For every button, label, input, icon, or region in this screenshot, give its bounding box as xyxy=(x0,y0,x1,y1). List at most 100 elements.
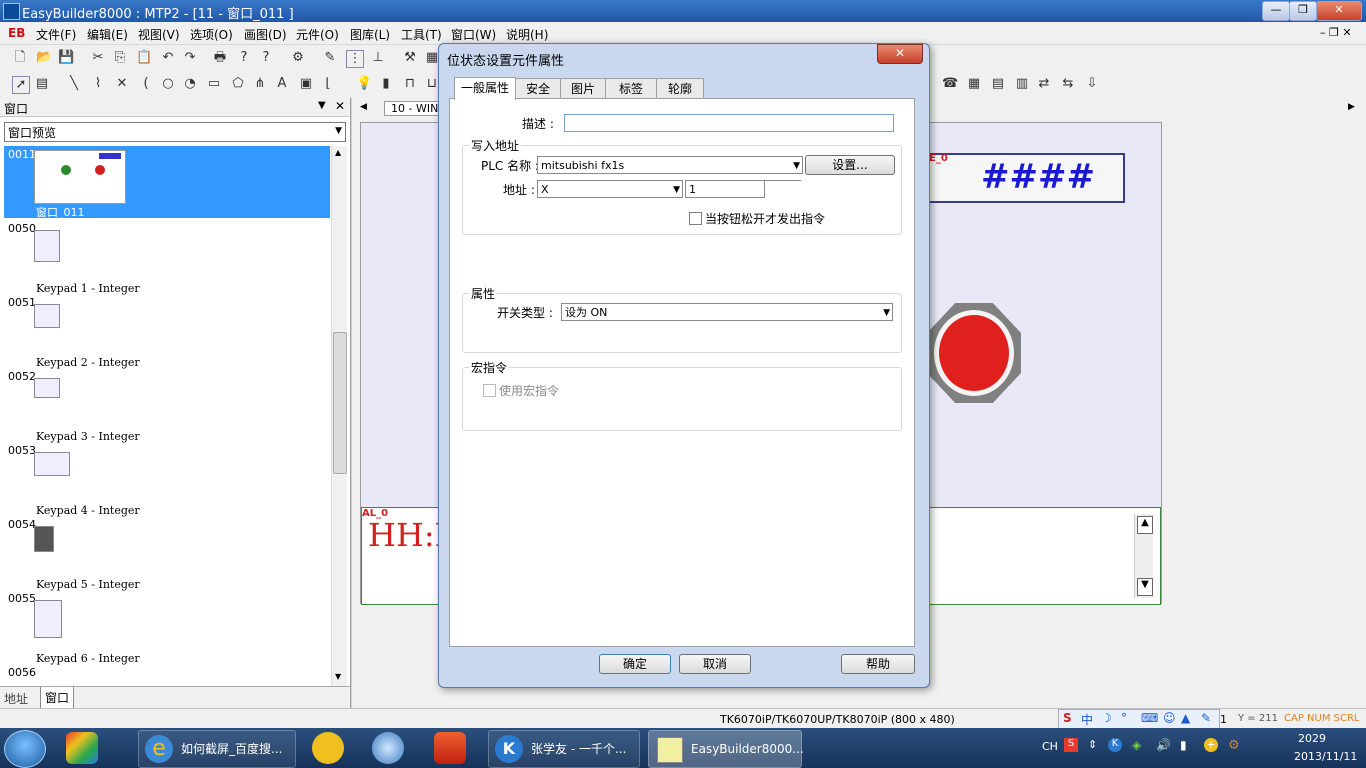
rectangle-icon[interactable]: ▭ xyxy=(206,76,222,92)
menu-help[interactable]: 说明(H) xyxy=(506,26,548,43)
new-icon[interactable]: 🗋 xyxy=(12,50,28,66)
tray-volume-icon[interactable]: 🔊 xyxy=(1156,738,1171,752)
settings-button[interactable]: 设置... xyxy=(805,155,895,175)
tab-security[interactable]: 安全 xyxy=(515,78,561,99)
list-item[interactable]: 0056 xyxy=(4,664,330,686)
list-item[interactable]: 0011 窗口_011 xyxy=(4,146,330,219)
alarm-icon[interactable]: ☎ xyxy=(942,76,958,92)
pen-icon[interactable]: ✎ xyxy=(322,50,338,66)
pie-icon[interactable]: ◔ xyxy=(182,76,198,92)
lamp-icon[interactable]: 💡 xyxy=(356,76,372,92)
address-type-select[interactable]: X ▼ xyxy=(537,180,683,198)
context-help-icon[interactable]: ? xyxy=(258,50,274,66)
menu-options[interactable]: 选项(O) xyxy=(190,26,233,43)
polyline-icon[interactable]: ⌇ xyxy=(90,76,106,92)
panel-menu-icon[interactable]: ▼ xyxy=(318,100,326,111)
alarm-scrollbar[interactable]: ▲ ▼ xyxy=(1134,514,1153,598)
switch-type-select[interactable]: 设为 ON ▼ xyxy=(561,303,893,321)
network-icon[interactable]: ⇄ xyxy=(1036,76,1052,92)
menu-window[interactable]: 窗口(W) xyxy=(451,26,496,43)
panel-scrollbar[interactable]: ▲ ▼ xyxy=(331,146,347,686)
tray-nvidia-icon[interactable]: ◈ xyxy=(1132,738,1141,752)
list-item[interactable]: 0050 Keypad 1 - Integer xyxy=(4,220,330,295)
menu-view[interactable]: 视图(V) xyxy=(138,26,180,43)
browser-icon[interactable] xyxy=(372,732,404,764)
dialog-close-button[interactable]: ✕ xyxy=(877,44,923,64)
clock-time[interactable]: 2029 xyxy=(1298,732,1326,745)
preview-select[interactable]: 窗口预览 ▼ xyxy=(4,122,346,142)
redo-icon[interactable]: ↷ xyxy=(182,50,198,66)
ime-moon-icon[interactable]: ☽ xyxy=(1101,711,1112,725)
calendar-icon[interactable]: ▥ xyxy=(1014,76,1030,92)
ime-tools-icon[interactable]: ✎ xyxy=(1201,711,1211,725)
open-icon[interactable]: 📂 xyxy=(36,50,52,66)
dimension-icon[interactable]: ⌊ xyxy=(320,76,336,92)
tools-icon[interactable]: ⚒ xyxy=(402,50,418,66)
list-item[interactable]: 0052 Keypad 3 - Integer xyxy=(4,368,330,443)
menu-draw[interactable]: 画图(D) xyxy=(244,26,287,43)
copy-icon[interactable]: ⎘ xyxy=(112,50,128,66)
tab-address[interactable]: 地址 xyxy=(4,690,28,707)
tab-general[interactable]: 一般属性 xyxy=(454,77,516,100)
menu-library[interactable]: 图库(L) xyxy=(350,26,390,43)
scale-icon[interactable]: ⋔ xyxy=(252,76,268,92)
clock-date[interactable]: 2013/11/11 xyxy=(1294,750,1357,763)
ime-punct-icon[interactable]: ° xyxy=(1121,711,1127,725)
task-ie[interactable]: e 如何截屏_百度搜... xyxy=(138,730,296,768)
picture-icon[interactable]: ▣ xyxy=(298,76,314,92)
line-icon[interactable]: ╲ xyxy=(66,76,82,92)
tray-sogou-icon[interactable]: S xyxy=(1064,738,1078,752)
tray-battery-icon[interactable]: ▮ xyxy=(1180,738,1187,752)
menu-edit[interactable]: 编辑(E) xyxy=(87,26,128,43)
list-item[interactable]: 0054 Keypad 5 - Integer xyxy=(4,516,330,591)
cut-icon[interactable]: ✂ xyxy=(90,50,106,66)
close-button[interactable]: ✕ xyxy=(1316,1,1362,21)
scroll-up-icon[interactable]: ▲ xyxy=(1137,516,1153,534)
release-trigger-checkbox[interactable] xyxy=(689,212,702,225)
task-easybuilder[interactable]: EasyBuilder8000... xyxy=(648,730,804,768)
mdi-controls[interactable]: – ❐ ✕ xyxy=(1320,26,1352,39)
save-icon[interactable]: 💾 xyxy=(58,50,74,66)
plc-name-select[interactable]: mitsubishi fx1s ▼ xyxy=(537,156,803,174)
cross-icon[interactable]: ✕ xyxy=(114,76,130,92)
menu-file[interactable]: 文件(F) xyxy=(36,26,76,43)
scroll-thumb[interactable] xyxy=(333,332,347,474)
undo-icon[interactable]: ↶ xyxy=(160,50,176,66)
panel-close-icon[interactable]: ✕ xyxy=(335,99,345,113)
tab-profile[interactable]: 轮廓 xyxy=(656,78,704,99)
address-input[interactable]: 1 xyxy=(685,180,765,198)
paste-icon[interactable]: 📋 xyxy=(136,50,152,66)
list-item[interactable]: 0055 Keypad 6 - Integer xyxy=(4,590,330,665)
text-icon[interactable]: A xyxy=(274,76,290,92)
task-kugou[interactable]: K 张学友 - 一千个... xyxy=(488,730,640,768)
maximize-button[interactable]: ❐ xyxy=(1289,1,1317,21)
menu-objects[interactable]: 元件(O) xyxy=(296,26,339,43)
circle-icon[interactable]: ○ xyxy=(160,76,176,92)
download-icon[interactable]: ⇩ xyxy=(1084,76,1100,92)
polygon-icon[interactable]: ⬠ xyxy=(230,76,246,92)
description-input[interactable] xyxy=(564,114,894,132)
tab-window-10[interactable]: 10 - WIN xyxy=(384,101,446,116)
numeric-display[interactable]: #### xyxy=(921,153,1125,203)
menu-tools[interactable]: 工具(T) xyxy=(401,26,442,43)
align-icon[interactable]: ⊥ xyxy=(370,50,386,66)
grid-table-icon[interactable]: ▤ xyxy=(990,76,1006,92)
help-button[interactable]: 帮助 xyxy=(841,654,915,674)
ime-keyboard-icon[interactable]: ⌨ xyxy=(1141,711,1158,725)
bit-switch-button[interactable] xyxy=(927,303,1021,403)
tray-kugou-icon[interactable]: K xyxy=(1108,738,1122,752)
scroll-up-icon[interactable]: ▲ xyxy=(335,148,341,157)
ime-user-icon[interactable]: ☺ xyxy=(1163,711,1176,725)
pps-icon[interactable] xyxy=(312,732,344,764)
start-button[interactable] xyxy=(4,730,46,768)
scroll-down-icon[interactable]: ▼ xyxy=(335,672,341,681)
ime-skin-icon[interactable]: ▲ xyxy=(1181,711,1190,725)
tab-picture[interactable]: 图片 xyxy=(560,78,606,99)
list-item[interactable]: 0051 Keypad 2 - Integer xyxy=(4,294,330,369)
compile-icon[interactable]: ⚙ xyxy=(290,50,306,66)
transfer-icon[interactable]: ⇆ xyxy=(1060,76,1076,92)
help-icon[interactable]: ? xyxy=(236,50,252,66)
properties-icon[interactable]: ▤ xyxy=(34,76,50,92)
use-macro-checkbox[interactable] xyxy=(483,384,496,397)
indicator-icon[interactable]: ▮ xyxy=(378,76,394,92)
